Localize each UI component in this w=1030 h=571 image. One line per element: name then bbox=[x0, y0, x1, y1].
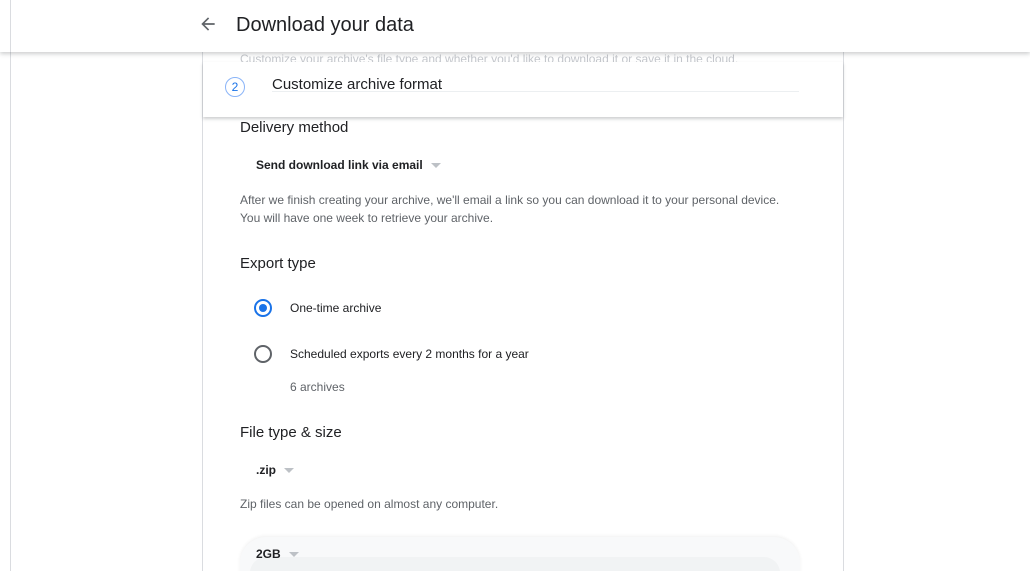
page: Download your data Customize your archiv… bbox=[0, 0, 1030, 571]
file-size-dropdown-surface bbox=[250, 557, 780, 571]
app-bar-border bbox=[10, 0, 11, 52]
delivery-method-description: After we finish creating your archive, w… bbox=[240, 193, 780, 225]
dropdown-caret-icon bbox=[430, 163, 441, 168]
card-border-right bbox=[843, 0, 844, 571]
dropdown-caret-icon bbox=[288, 552, 299, 557]
radio-checked-icon[interactable] bbox=[254, 299, 272, 317]
step-number-badge: 2 bbox=[225, 77, 245, 97]
delivery-method-value: Send download link via email bbox=[256, 158, 423, 172]
dropdown-caret-icon bbox=[284, 468, 294, 473]
outer-border-left bbox=[10, 0, 11, 571]
arrow-back-icon bbox=[198, 14, 218, 39]
scheduled-archives-count: 6 archives bbox=[290, 380, 345, 394]
delivery-method-heading: Delivery method bbox=[240, 119, 349, 136]
step-header: 2 Customize archive format bbox=[203, 62, 843, 117]
file-size-dropdown-container bbox=[240, 537, 800, 571]
radio-label: One-time archive bbox=[290, 301, 382, 315]
step-divider bbox=[272, 91, 799, 92]
radio-unchecked-icon[interactable] bbox=[254, 345, 272, 363]
file-type-description: Zip files can be opened on almost any co… bbox=[240, 497, 499, 511]
page-title: Download your data bbox=[236, 14, 414, 36]
step-description-faded: Customize your archive's file type and w… bbox=[240, 52, 739, 62]
file-size-value: 2GB bbox=[256, 547, 281, 561]
app-bar: Download your data bbox=[0, 0, 1030, 52]
back-button[interactable] bbox=[192, 10, 224, 42]
export-type-heading: Export type bbox=[240, 255, 316, 272]
radio-label: Scheduled exports every 2 months for a y… bbox=[290, 347, 529, 361]
radio-scheduled-exports[interactable]: Scheduled exports every 2 months for a y… bbox=[254, 345, 529, 363]
file-type-size-heading: File type & size bbox=[240, 424, 342, 441]
file-size-dropdown[interactable]: 2GB bbox=[256, 547, 299, 561]
file-type-dropdown[interactable]: .zip bbox=[256, 463, 294, 477]
file-type-value: .zip bbox=[256, 463, 276, 477]
radio-one-time-archive[interactable]: One-time archive bbox=[254, 299, 381, 317]
delivery-method-dropdown[interactable]: Send download link via email bbox=[256, 158, 441, 172]
